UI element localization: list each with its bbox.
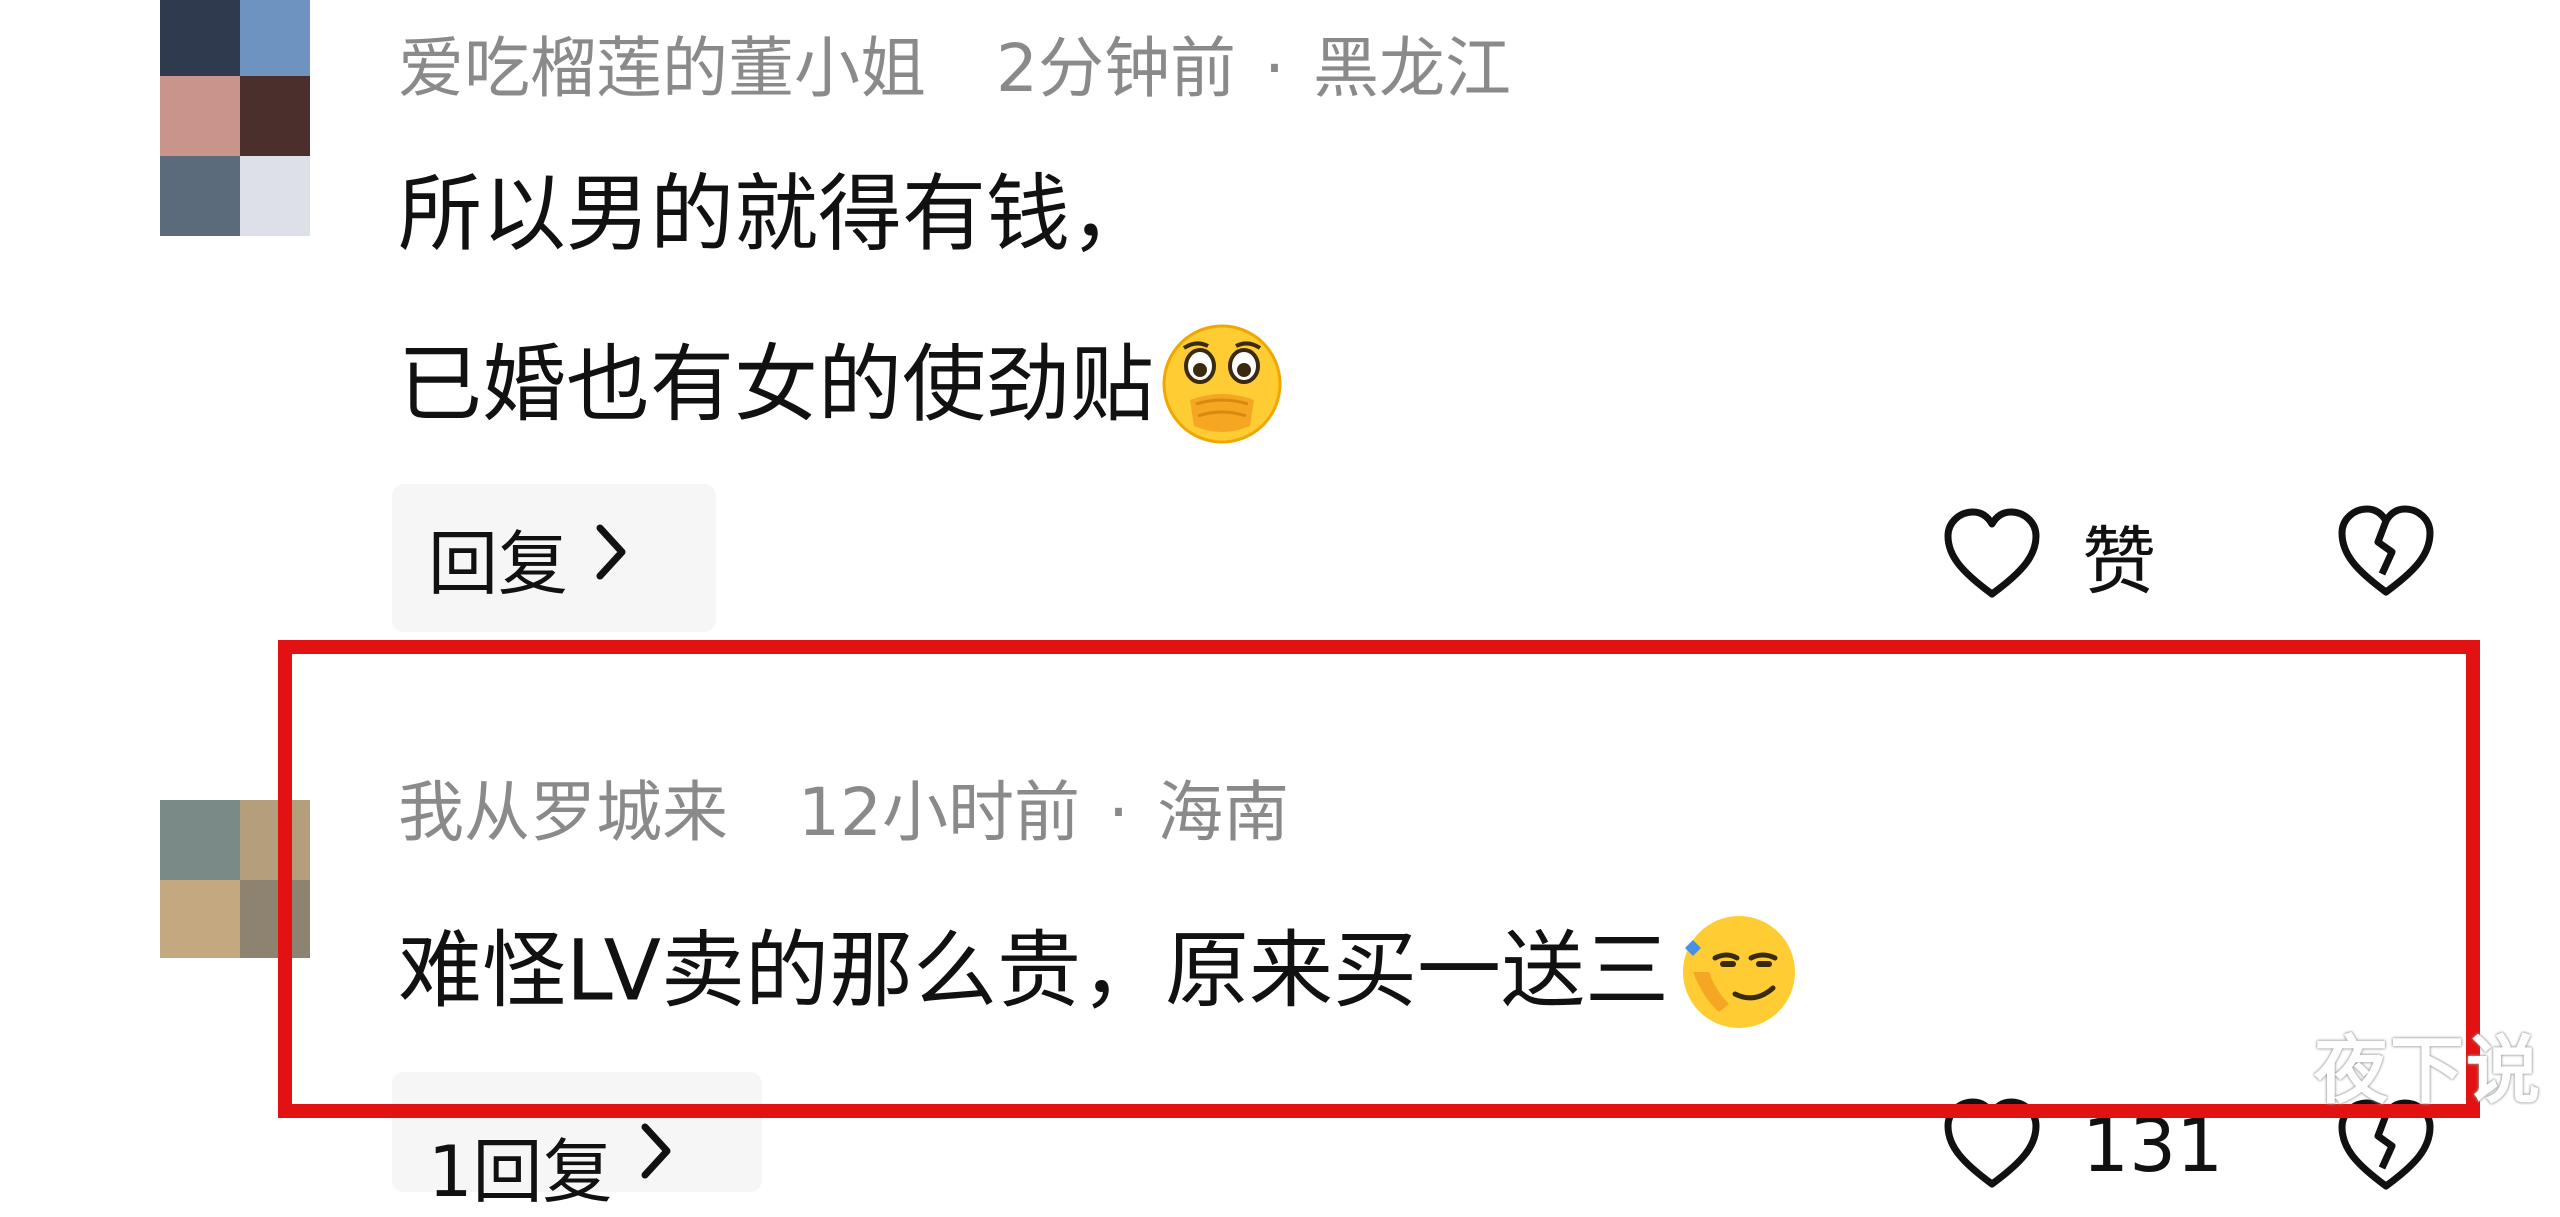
watermark: 夜下说 [2314,1028,2542,1114]
meta-separator: · [1264,30,1285,107]
location: 黑龙江 [1312,30,1511,107]
chevron-right-icon [594,517,628,599]
timestamp: 2分钟前 [996,30,1236,107]
avatar[interactable] [160,0,310,236]
reply-button[interactable]: 回复 [392,484,716,632]
face-holding-back-tears-icon [1160,322,1284,459]
dislike-button[interactable] [2334,502,2438,604]
comment-text-line1: 所以男的就得有钱， [398,165,1155,263]
like-label: 赞 [2082,519,2156,605]
reply-label: 1回复 [428,1131,613,1213]
highlight-box [278,640,2480,1118]
reply-label: 回复 [428,522,568,605]
heart-icon [1942,506,2042,606]
chevron-right-icon [639,1116,673,1198]
broken-heart-icon [2334,502,2438,604]
comment-text-line2: 已婚也有女的使劲贴 [398,322,1284,459]
username[interactable]: 爱吃榴莲的董小姐 [398,30,926,107]
comment-text: 已婚也有女的使劲贴 [398,335,1155,434]
like-button[interactable]: 赞 [1942,502,2156,609]
comment-meta: 爱吃榴莲的董小姐 2分钟前 · 黑龙江 [398,36,1511,102]
